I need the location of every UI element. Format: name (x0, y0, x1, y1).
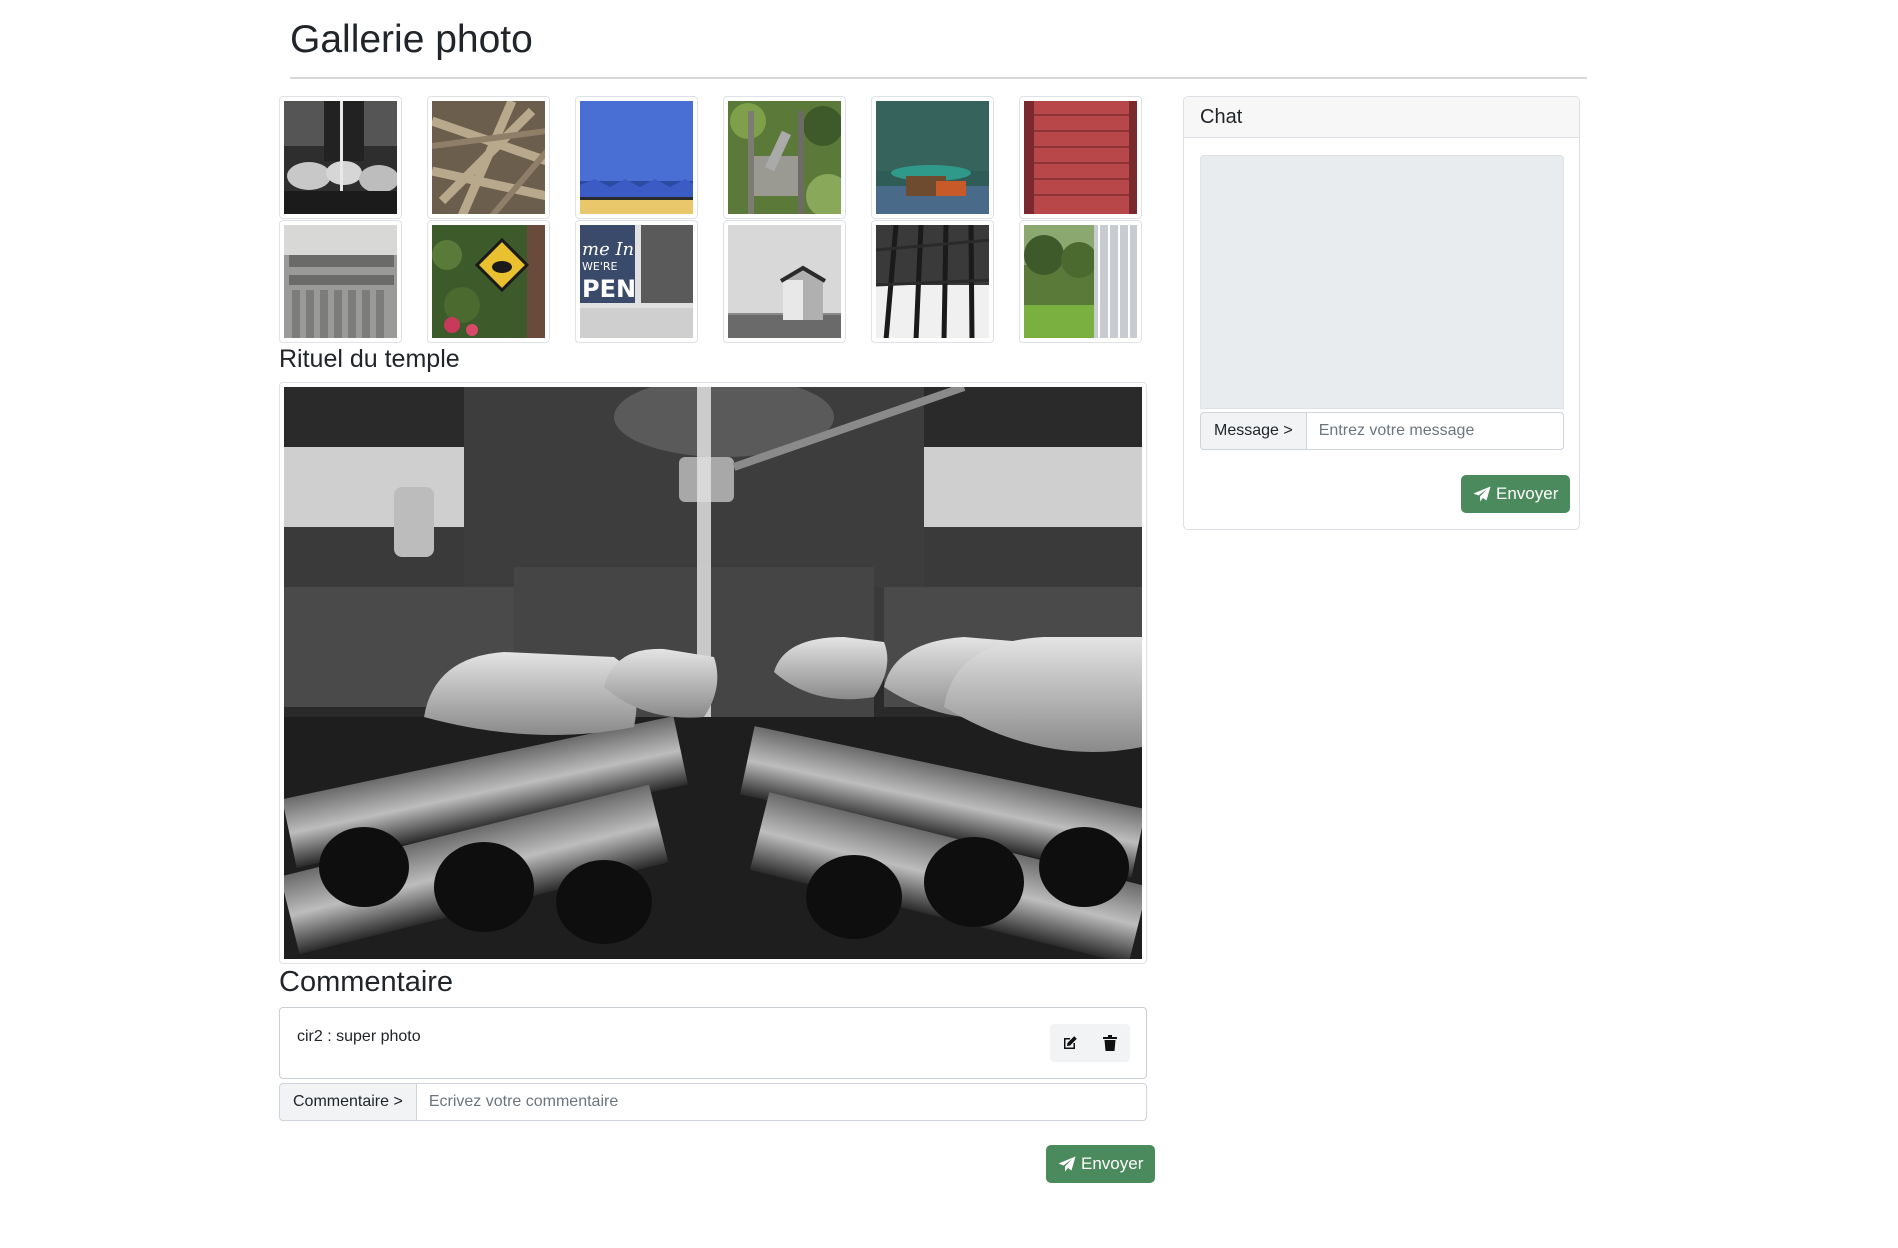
thumbnail-3[interactable] (575, 96, 698, 219)
thumbnail-image (432, 101, 545, 214)
thumbnail-image (432, 225, 545, 338)
chat-input-group: Message > (1200, 412, 1564, 450)
thumbnail-4[interactable] (723, 96, 846, 219)
thumbnail-12[interactable] (1019, 220, 1142, 343)
comment-text: cir2 : super photo (297, 1028, 421, 1045)
thumbnail-image (876, 101, 989, 214)
thumbnail-7[interactable] (279, 220, 402, 343)
send-comment-label: Envoyer (1081, 1154, 1144, 1173)
thumbnail-image (580, 101, 693, 214)
thumbnail-9[interactable]: me In WE'RE PEN (575, 220, 698, 343)
send-chat-button[interactable]: Envoyer (1461, 475, 1571, 513)
thumbnail-6[interactable] (1019, 96, 1142, 219)
comment-input-label: Commentaire > (279, 1083, 417, 1121)
delete-comment-button[interactable] (1090, 1024, 1130, 1062)
comment-input-group: Commentaire > (279, 1083, 1147, 1121)
chat-messages-area[interactable] (1200, 155, 1564, 409)
edit-comment-button[interactable] (1050, 1024, 1090, 1062)
thumbnail-sign-text: WE'RE (582, 260, 617, 273)
thumbnail-1[interactable] (279, 96, 402, 219)
thumbnail-image (1024, 101, 1137, 214)
send-chat-label: Envoyer (1496, 484, 1559, 503)
comments-heading: Commentaire (279, 966, 454, 998)
thumbnail-8[interactable] (427, 220, 550, 343)
thumbnail-image (728, 225, 841, 338)
thumbnail-image (1024, 225, 1137, 338)
thumbnail-image (728, 101, 841, 214)
thumbnail-image: me In WE'RE PEN (580, 225, 693, 338)
send-comment-button[interactable]: Envoyer (1046, 1145, 1156, 1183)
thumbnail-5[interactable] (871, 96, 994, 219)
title-divider (290, 77, 1587, 79)
chat-header: Chat (1184, 97, 1579, 138)
comment-item: cir2 : super photo (279, 1007, 1147, 1079)
thumbnail-image (876, 225, 989, 338)
thumbnail-11[interactable] (871, 220, 994, 343)
selected-photo-image (284, 387, 1142, 959)
chat-message-input[interactable] (1306, 412, 1564, 450)
thumbnail-sign-text: me In (582, 239, 634, 260)
chat-input-label: Message > (1200, 412, 1307, 450)
thumbnail-image (284, 101, 397, 214)
selected-photo-title: Rituel du temple (279, 345, 460, 373)
thumbnail-image (284, 225, 397, 338)
thumbnail-10[interactable] (723, 220, 846, 343)
thumbnail-sign-text: PEN (582, 275, 636, 303)
trash-icon (1103, 1035, 1117, 1051)
paper-plane-icon (1058, 1156, 1076, 1172)
edit-icon (1064, 1036, 1077, 1049)
selected-photo (279, 382, 1147, 964)
page-title: Gallerie photo (290, 18, 533, 61)
paper-plane-icon (1473, 486, 1491, 502)
thumbnail-2[interactable] (427, 96, 550, 219)
comment-input[interactable] (416, 1083, 1147, 1121)
chat-panel: Chat Message > Envoyer (1183, 96, 1580, 530)
